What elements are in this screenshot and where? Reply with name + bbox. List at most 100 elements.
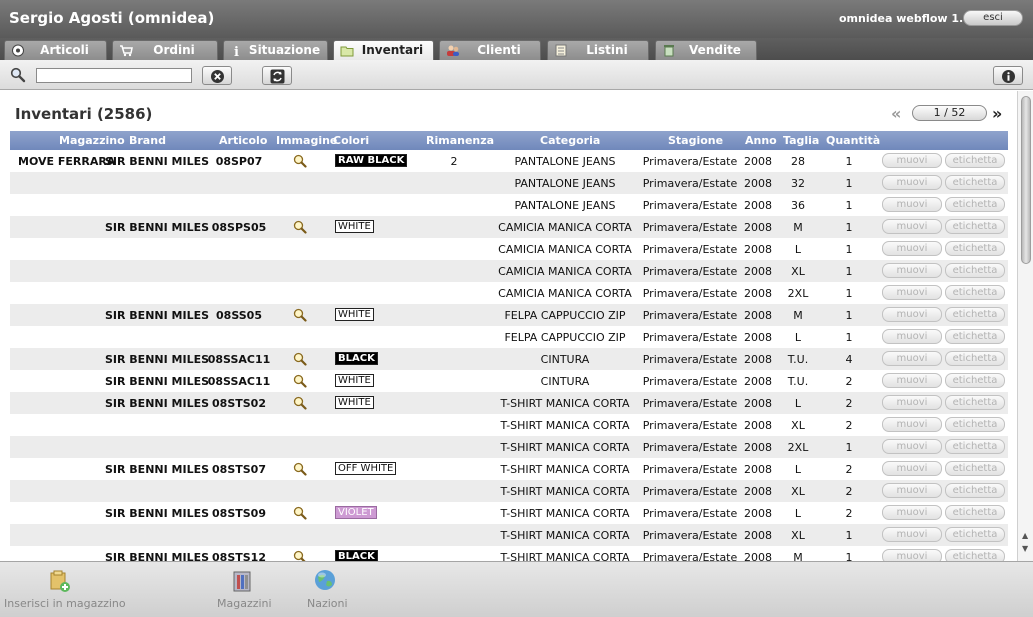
exit-button[interactable]: esci <box>963 10 1023 26</box>
table-row[interactable]: SIR BENNI MILES 08SPS05 CAMICIA MANICA COR… <box>10 216 1008 238</box>
label-button[interactable]: etichetta <box>945 505 1005 520</box>
move-button[interactable]: muovi <box>882 351 942 366</box>
col-brand[interactable]: Brand <box>129 134 166 147</box>
col-colori[interactable]: Colori <box>333 134 369 147</box>
move-button[interactable]: muovi <box>882 505 942 520</box>
label-button[interactable]: etichetta <box>945 549 1005 561</box>
label-button[interactable]: etichetta <box>945 175 1005 190</box>
vertical-scrollbar[interactable]: ▲ ▼ <box>1017 91 1033 561</box>
image-preview-icon[interactable] <box>293 220 307 234</box>
label-button[interactable]: etichetta <box>945 373 1005 388</box>
move-button[interactable]: muovi <box>882 549 942 561</box>
table-row[interactable]: FELPA CAPPUCCIO ZIP Primavera/Estate 2008 L… <box>10 326 1008 348</box>
table-row[interactable]: SIR BENNI MILES 08SS05 FELPA CAPPUCCIO ZIP… <box>10 304 1008 326</box>
scroll-down-arrow[interactable]: ▼ <box>1022 544 1028 553</box>
table-row[interactable]: SIR BENNI MILES 08STS09 T-SHIRT MANICA COR… <box>10 502 1008 524</box>
label-button[interactable]: etichetta <box>945 285 1005 300</box>
table-row[interactable]: SIR BENNI MILES 08STS12 T-SHIRT MANICA COR… <box>10 546 1008 561</box>
tab-label: Situazione <box>248 43 321 57</box>
table-row[interactable]: PANTALONE JEANS Primavera/Estate 2008 32 1 mu… <box>10 172 1008 194</box>
col-categoria[interactable]: Categoria <box>540 134 600 147</box>
table-row[interactable]: T-SHIRT MANICA CORTA Primavera/Estate 2008… <box>10 524 1008 546</box>
label-button[interactable]: etichetta <box>945 153 1005 168</box>
pager-next-button[interactable]: » <box>992 104 1002 123</box>
move-button[interactable]: muovi <box>882 241 942 256</box>
image-preview-icon[interactable] <box>293 374 307 388</box>
label-button[interactable]: etichetta <box>945 395 1005 410</box>
table-row[interactable]: SIR BENNI MILES 08STS02 T-SHIRT MANICA COR… <box>10 392 1008 414</box>
tab-inventari[interactable]: Inventari <box>333 40 434 60</box>
move-button[interactable]: muovi <box>882 527 942 542</box>
tab-clienti[interactable]: Clienti <box>439 40 541 60</box>
label-button[interactable]: etichetta <box>945 527 1005 542</box>
move-button[interactable]: muovi <box>882 219 942 234</box>
label-button[interactable]: etichetta <box>945 197 1005 212</box>
scroll-up-arrow[interactable]: ▲ <box>1022 531 1028 540</box>
image-preview-icon[interactable] <box>293 352 307 366</box>
table-row[interactable]: MOVE FERRARA SIR BENNI MILES 08SP07 2 PANTAL… <box>10 150 1008 172</box>
image-preview-icon[interactable] <box>293 308 307 322</box>
label-button[interactable]: etichetta <box>945 329 1005 344</box>
table-row[interactable]: CAMICIA MANICA CORTA Primavera/Estate 2008… <box>10 238 1008 260</box>
move-button[interactable]: muovi <box>882 483 942 498</box>
table-row[interactable]: SIR BENNI MILES 08SSAC11 CINTURA Primavera/… <box>10 348 1008 370</box>
pager-prev-button[interactable]: « <box>891 104 901 123</box>
search-input[interactable] <box>36 68 192 83</box>
image-preview-icon[interactable] <box>293 506 307 520</box>
move-button[interactable]: muovi <box>882 175 942 190</box>
move-button[interactable]: muovi <box>882 329 942 344</box>
nations-button[interactable]: Nazioni <box>300 562 350 617</box>
table-row[interactable]: CAMICIA MANICA CORTA Primavera/Estate 2008… <box>10 282 1008 304</box>
clear-search-button[interactable] <box>202 66 232 85</box>
tab-situazione[interactable]: i Situazione <box>223 40 328 60</box>
move-button[interactable]: muovi <box>882 439 942 454</box>
col-quantita[interactable]: Quantità <box>826 134 880 147</box>
col-immagine[interactable]: Immagine <box>276 134 337 147</box>
move-button[interactable]: muovi <box>882 395 942 410</box>
table-row[interactable]: SIR BENNI MILES 08STS07 T-SHIRT MANICA COR… <box>10 458 1008 480</box>
move-button[interactable]: muovi <box>882 307 942 322</box>
table-row[interactable]: T-SHIRT MANICA CORTA Primavera/Estate 2008… <box>10 436 1008 458</box>
label-button[interactable]: etichetta <box>945 307 1005 322</box>
tab-ordini[interactable]: Ordini <box>112 40 218 60</box>
move-button[interactable]: muovi <box>882 373 942 388</box>
table-row[interactable]: PANTALONE JEANS Primavera/Estate 2008 36 1 mu… <box>10 194 1008 216</box>
insert-in-warehouse-button[interactable]: Inserisci in magazzino <box>0 562 126 617</box>
label-button[interactable]: etichetta <box>945 417 1005 432</box>
label-button[interactable]: etichetta <box>945 219 1005 234</box>
move-button[interactable]: muovi <box>882 197 942 212</box>
table-row[interactable]: T-SHIRT MANICA CORTA Primavera/Estate 2008… <box>10 414 1008 436</box>
col-articolo[interactable]: Articolo <box>219 134 267 147</box>
move-button[interactable]: muovi <box>882 153 942 168</box>
image-preview-icon[interactable] <box>293 396 307 410</box>
label-button[interactable]: etichetta <box>945 351 1005 366</box>
label-button[interactable]: etichetta <box>945 439 1005 454</box>
move-button[interactable]: muovi <box>882 417 942 432</box>
tab-vendite[interactable]: Vendite <box>655 40 757 60</box>
clear-icon <box>211 70 224 83</box>
image-preview-icon[interactable] <box>293 462 307 476</box>
tab-listini[interactable]: Listini <box>547 40 649 60</box>
scroll-thumb[interactable] <box>1021 96 1031 264</box>
image-preview-icon[interactable] <box>293 154 307 168</box>
label-button[interactable]: etichetta <box>945 263 1005 278</box>
label-button[interactable]: etichetta <box>945 461 1005 476</box>
col-rimanenza[interactable]: Rimanenza <box>426 134 494 147</box>
col-taglia[interactable]: Taglia <box>783 134 819 147</box>
table-row[interactable]: SIR BENNI MILES 08SSAC11 CINTURA Primavera/… <box>10 370 1008 392</box>
col-magazzino[interactable]: Magazzino <box>59 134 125 147</box>
move-button[interactable]: muovi <box>882 461 942 476</box>
col-stagione[interactable]: Stagione <box>668 134 723 147</box>
label-button[interactable]: etichetta <box>945 241 1005 256</box>
tab-articoli[interactable]: Articoli <box>4 40 107 60</box>
refresh-button[interactable] <box>262 66 292 85</box>
warehouses-button[interactable]: Magazzini <box>210 562 272 617</box>
table-row[interactable]: T-SHIRT MANICA CORTA Primavera/Estate 2008… <box>10 480 1008 502</box>
move-button[interactable]: muovi <box>882 285 942 300</box>
move-button[interactable]: muovi <box>882 263 942 278</box>
image-preview-icon[interactable] <box>293 550 307 561</box>
label-button[interactable]: etichetta <box>945 483 1005 498</box>
table-row[interactable]: CAMICIA MANICA CORTA Primavera/Estate 2008… <box>10 260 1008 282</box>
info-button[interactable] <box>993 66 1023 85</box>
col-anno[interactable]: Anno <box>745 134 777 147</box>
